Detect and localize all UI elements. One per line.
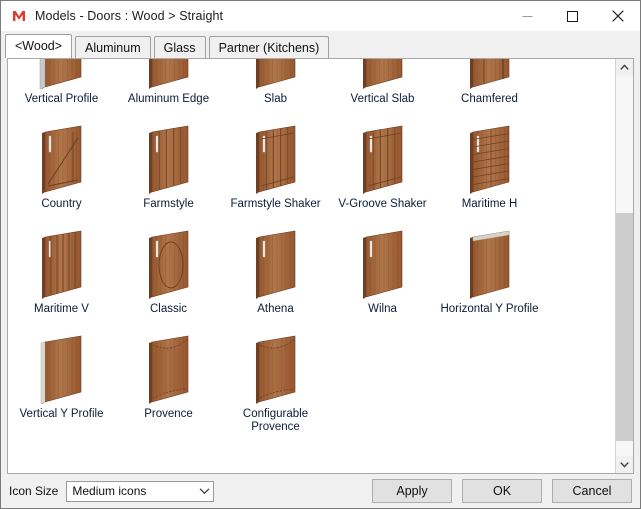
title-bar: Models - Doors : Wood > Straight [1,1,640,31]
model-item-label: Farmstyle Shaker [230,198,321,210]
model-item-label: Slab [263,93,288,105]
door-thumbnail-icon [31,59,93,91]
door-thumbnail-icon [459,59,521,91]
door-thumbnail-icon [352,229,414,301]
window-title: Models - Doors : Wood > Straight [35,9,224,23]
model-item[interactable]: Maritime H [436,122,543,227]
door-thumbnail-icon [245,229,307,301]
door-thumbnail-icon [31,334,93,406]
scrollbar-track[interactable] [616,76,633,456]
scroll-up-button[interactable] [616,59,633,76]
ok-button[interactable]: OK [462,479,542,503]
door-thumbnail-icon [138,334,200,406]
model-item-label: Provence [144,408,193,420]
models-dialog-window: Models - Doors : Wood > Straight <Wood> … [0,0,641,509]
cancel-button[interactable]: Cancel [552,479,632,503]
icon-grid[interactable]: Vertical Profile Aluminum Edge Slab Vertica… [8,59,615,473]
model-item[interactable]: V-Groove Shaker [329,122,436,227]
model-item-label: Classic [149,303,188,315]
model-item[interactable]: Vertical Y Profile [8,332,115,437]
model-item-label: Farmstyle [143,198,194,210]
model-item-label: Vertical Slab [350,93,415,105]
door-thumbnail-icon [352,124,414,196]
icon-row: Maritime V Classic Athena Wilna Horizontal Y… [8,227,615,332]
minimize-button[interactable] [505,1,550,31]
empty-cell [329,332,436,437]
model-item[interactable]: Configurable Provence [222,332,329,437]
model-item[interactable]: Vertical Profile [8,59,115,122]
m-logo-icon [11,8,27,24]
door-thumbnail-icon [459,124,521,196]
door-thumbnail-icon [459,229,521,301]
model-item[interactable]: Country [8,122,115,227]
model-browser-panel: Vertical Profile Aluminum Edge Slab Vertica… [7,58,634,474]
model-item-label: Configurable Provence [242,408,309,433]
model-item-label: Aluminum Edge [127,93,210,105]
chevron-down-icon [195,487,213,495]
window-controls [505,1,640,31]
icon-row: Vertical Profile Aluminum Edge Slab Vertica… [8,59,615,122]
door-thumbnail-icon [352,59,414,91]
model-item[interactable]: Chamfered [436,59,543,122]
door-thumbnail-icon [31,229,93,301]
model-item[interactable]: Aluminum Edge [115,59,222,122]
model-item[interactable]: Slab [222,59,329,122]
model-item[interactable]: Maritime V [8,227,115,332]
dialog-footer: Icon Size Medium icons Apply OK Cancel [1,474,640,508]
tab-partner-kitchens[interactable]: Partner (Kitchens) [208,36,330,58]
tab-glass[interactable]: Glass [153,36,206,58]
door-thumbnail-icon [245,334,307,406]
model-item-label: Vertical Profile [24,93,99,105]
icon-size-label: Icon Size [9,484,59,498]
empty-cell [436,332,543,437]
model-item-label: Vertical Y Profile [19,408,104,420]
door-thumbnail-icon [245,59,307,91]
model-item[interactable]: Vertical Slab [329,59,436,122]
door-thumbnail-icon [31,124,93,196]
model-item[interactable]: Wilna [329,227,436,332]
tab-strip: <Wood> Aluminum Glass Partner (Kitchens) [1,31,640,58]
close-button[interactable] [595,1,640,31]
model-item[interactable]: Farmstyle [115,122,222,227]
model-item[interactable]: Provence [115,332,222,437]
model-item-label: Country [41,198,82,210]
model-item[interactable]: Athena [222,227,329,332]
icon-row: Vertical Y Profile Provence Configurable P… [8,332,615,437]
door-thumbnail-icon [138,124,200,196]
door-thumbnail-icon [245,124,307,196]
scrollbar-thumb[interactable] [616,212,633,441]
model-item[interactable]: Horizontal Y Profile [436,227,543,332]
icon-size-dropdown[interactable]: Medium icons [66,480,215,502]
model-item-label: Maritime H [461,198,518,210]
vertical-scrollbar[interactable] [615,59,633,473]
scroll-down-button[interactable] [616,456,633,473]
model-item-label: Maritime V [34,303,89,315]
icon-row: Country Farmstyle Farmstyle Shaker V-Groove… [8,122,615,227]
model-item-label: Athena [257,303,294,315]
apply-button[interactable]: Apply [372,479,452,503]
icon-size-value: Medium icons [72,484,147,498]
model-item-label: Horizontal Y Profile [440,303,539,315]
door-thumbnail-icon [138,229,200,301]
tab-wood[interactable]: <Wood> [5,34,73,58]
model-item-label: V-Groove Shaker [338,198,427,210]
model-item[interactable]: Classic [115,227,222,332]
maximize-button[interactable] [550,1,595,31]
model-item-label: Wilna [368,303,397,315]
model-item[interactable]: Farmstyle Shaker [222,122,329,227]
tab-aluminum[interactable]: Aluminum [75,36,151,58]
model-item-label: Chamfered [461,93,518,105]
door-thumbnail-icon [138,59,200,91]
